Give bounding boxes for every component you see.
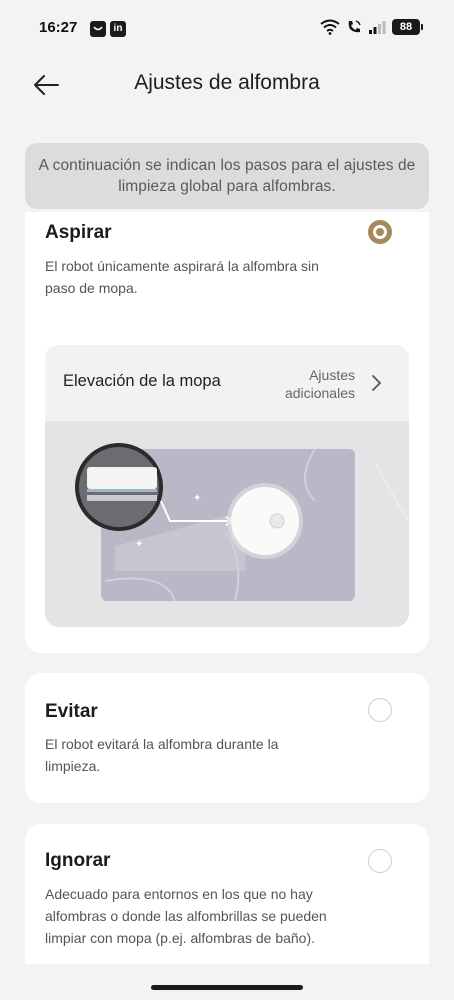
home-indicator[interactable] bbox=[151, 985, 303, 990]
status-time: 16:27 bbox=[39, 19, 78, 36]
linkedin-icon: in bbox=[110, 21, 126, 37]
option-card-ignorar[interactable]: Ignorar Adecuado para entornos en los qu… bbox=[25, 824, 429, 964]
option-title: Ignorar bbox=[45, 850, 111, 871]
additional-settings-line2: adicionales bbox=[284, 385, 355, 401]
page-title: Ajustes de alfombra bbox=[134, 71, 320, 94]
message-icon bbox=[90, 21, 106, 37]
svg-text:✦: ✦ bbox=[135, 539, 143, 550]
call-icon bbox=[348, 20, 361, 33]
option-description: El robot únicamente aspirará la alfombra… bbox=[45, 258, 319, 296]
additional-settings-link[interactable]: Ajustes adicionales bbox=[235, 366, 355, 402]
mop-lift-panel: Elevación de la mopa Ajustes adicionales bbox=[45, 345, 409, 627]
robot-carpet-illustration-icon: ✦ ✦ bbox=[45, 421, 409, 627]
signal-icon bbox=[369, 21, 386, 34]
mop-lift-row[interactable]: Elevación de la mopa Ajustes adicionales bbox=[45, 345, 409, 421]
radio-aspirar[interactable] bbox=[368, 220, 392, 244]
option-title: Evitar bbox=[45, 701, 98, 722]
info-banner: A continuación se indican los pasos para… bbox=[25, 143, 429, 209]
mop-lift-label: Elevación de la mopa bbox=[63, 372, 221, 390]
option-description: El robot evitará la alfombra durante la … bbox=[45, 736, 279, 774]
battery-indicator: 88 bbox=[392, 19, 423, 35]
chevron-right-icon[interactable] bbox=[371, 374, 383, 392]
status-bar: 16:27 in 88 bbox=[0, 0, 454, 58]
option-description: Adecuado para entornos en los que no hay… bbox=[45, 886, 327, 946]
additional-settings-line1: Ajustes bbox=[309, 367, 355, 383]
option-title: Aspirar bbox=[45, 222, 112, 243]
option-card-evitar[interactable]: Evitar El robot evitará la alfombra dura… bbox=[25, 673, 429, 803]
mop-lift-illustration: ✦ ✦ bbox=[45, 421, 409, 627]
status-indicators: 88 bbox=[320, 19, 423, 35]
svg-text:✦: ✦ bbox=[193, 493, 201, 504]
option-card-aspirar[interactable]: Aspirar El robot únicamente aspirará la … bbox=[25, 212, 429, 653]
radio-ignorar[interactable] bbox=[368, 849, 392, 873]
wifi-icon bbox=[320, 19, 340, 35]
radio-evitar[interactable] bbox=[368, 698, 392, 722]
